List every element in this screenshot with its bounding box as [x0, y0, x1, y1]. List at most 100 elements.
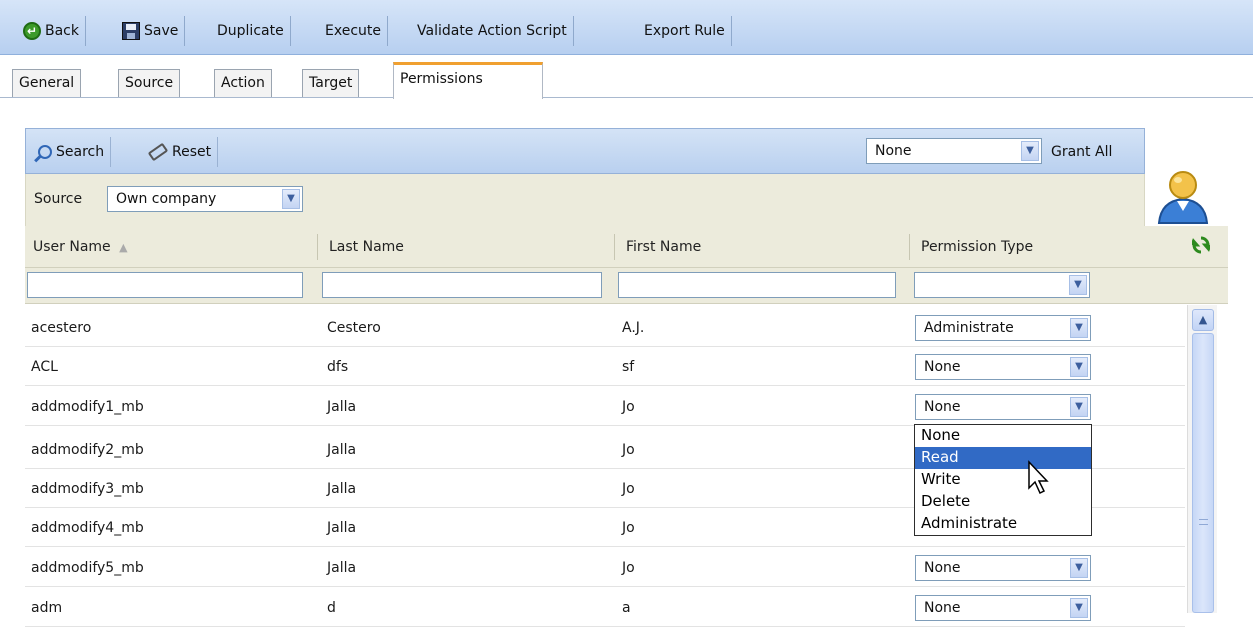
first-name-cell: Jo — [622, 399, 635, 415]
permission-select-open[interactable]: None ▼ — [915, 394, 1091, 420]
table-row[interactable]: addmodify1_mb Jalla Jo None ▼ — [25, 388, 1185, 426]
refresh-icon[interactable] — [1192, 236, 1210, 254]
grid-toolbar: Search Reset None ▼ Grant All — [25, 128, 1145, 174]
dropdown-option-read[interactable]: Read — [915, 447, 1091, 469]
chevron-down-icon[interactable]: ▼ — [1021, 141, 1039, 161]
column-header-first-name[interactable]: First Name — [618, 226, 701, 268]
user-name-header-label: User Name — [33, 239, 111, 255]
column-divider[interactable] — [909, 234, 910, 260]
user-name-cell: addmodify2_mb — [31, 442, 144, 458]
user-name-cell: addmodify5_mb — [31, 560, 144, 576]
back-button[interactable]: ↵ Back — [17, 16, 86, 46]
table-row[interactable]: acestero Cestero A.J. Administrate ▼ — [25, 309, 1185, 347]
tab-action[interactable]: Action — [214, 69, 272, 97]
save-label: Save — [144, 23, 179, 39]
grant-permission-value: None — [875, 143, 912, 159]
column-header-permission-type[interactable]: Permission Type — [913, 226, 1033, 268]
user-avatar-icon — [1153, 165, 1213, 225]
chevron-down-icon[interactable]: ▼ — [1070, 598, 1088, 618]
source-label: Source — [34, 191, 83, 207]
chevron-down-icon[interactable]: ▼ — [1070, 318, 1088, 338]
chevron-down-icon[interactable]: ▼ — [1070, 397, 1088, 417]
sort-ascending-icon: ▲ — [119, 241, 128, 254]
permission-select[interactable]: None ▼ — [915, 354, 1091, 380]
dropdown-option-administrate[interactable]: Administrate — [915, 513, 1091, 535]
first-name-cell: a — [622, 600, 631, 616]
last-name-cell: d — [327, 600, 336, 616]
last-name-filter-input[interactable] — [322, 272, 602, 298]
back-label: Back — [45, 23, 79, 39]
tab-source[interactable]: Source — [118, 69, 181, 97]
floppy-disk-icon — [122, 22, 140, 40]
user-name-cell: adm — [31, 600, 63, 616]
source-select[interactable]: Own company ▼ — [107, 186, 303, 212]
tab-permissions[interactable]: Permissions — [393, 62, 543, 99]
grid-header: User Name ▲ Last Name First Name Permiss… — [25, 226, 1228, 268]
vertical-scrollbar[interactable]: ▲ — [1187, 305, 1217, 613]
dropdown-option-none[interactable]: None — [915, 425, 1091, 447]
table-row[interactable]: addmodify5_mb Jalla Jo None ▼ — [25, 549, 1185, 587]
permission-select-value: None — [924, 359, 961, 375]
table-row[interactable]: adm d a None ▼ — [25, 589, 1185, 627]
grant-all-button[interactable]: Grant All — [1045, 137, 1118, 167]
user-name-cell: ACL — [31, 359, 58, 375]
last-name-cell: dfs — [327, 359, 349, 375]
chevron-down-icon[interactable]: ▼ — [282, 189, 300, 209]
user-name-cell: acestero — [31, 320, 92, 336]
chevron-down-icon[interactable]: ▼ — [1070, 357, 1088, 377]
last-name-cell: Cestero — [327, 320, 381, 336]
permission-select-value: Administrate — [924, 320, 1014, 336]
chevron-down-icon[interactable]: ▼ — [1070, 558, 1088, 578]
last-name-cell: Jalla — [327, 520, 357, 536]
reset-button[interactable]: Reset — [143, 137, 219, 167]
magnifier-icon — [38, 145, 52, 159]
table-row[interactable]: ACL dfs sf None ▼ — [25, 348, 1185, 386]
permission-select[interactable]: None ▼ — [915, 555, 1091, 581]
main-toolbar: ↵ Back Save Duplicate Execute Validate Ac… — [0, 0, 1253, 55]
first-name-cell: Jo — [622, 442, 635, 458]
permission-select-value: None — [924, 399, 961, 415]
column-header-user-name[interactable]: User Name ▲ — [25, 226, 128, 268]
source-filter-bar: Source Own company ▼ — [25, 174, 1145, 226]
last-name-cell: Jalla — [327, 560, 357, 576]
duplicate-button[interactable]: Duplicate — [211, 16, 291, 46]
grid-filter-row: ▼ — [25, 268, 1228, 304]
permission-select-value: None — [924, 560, 961, 576]
search-label: Search — [56, 144, 105, 160]
last-name-cell: Jalla — [327, 481, 357, 497]
first-name-filter-input[interactable] — [618, 272, 896, 298]
export-rule-button[interactable]: Export Rule — [638, 16, 732, 46]
scroll-up-arrow-icon[interactable]: ▲ — [1192, 309, 1214, 331]
user-name-cell: addmodify3_mb — [31, 481, 144, 497]
permission-type-filter-select[interactable]: ▼ — [914, 272, 1090, 298]
grant-permission-select[interactable]: None ▼ — [866, 138, 1042, 164]
source-select-value: Own company — [116, 191, 217, 207]
execute-button[interactable]: Execute — [319, 16, 388, 46]
tab-target[interactable]: Target — [302, 69, 360, 97]
dropdown-option-write[interactable]: Write — [915, 469, 1091, 491]
user-name-filter-input[interactable] — [27, 272, 303, 298]
first-name-cell: Jo — [622, 520, 635, 536]
first-name-cell: sf — [622, 359, 635, 375]
eraser-icon — [147, 142, 169, 162]
search-button[interactable]: Search — [32, 137, 112, 167]
scrollbar-thumb[interactable] — [1192, 333, 1214, 613]
column-divider[interactable] — [614, 234, 615, 260]
first-name-cell: Jo — [622, 560, 635, 576]
column-header-last-name[interactable]: Last Name — [321, 226, 404, 268]
save-button[interactable]: Save — [116, 16, 186, 46]
back-arrow-icon: ↵ — [23, 22, 41, 40]
tab-general[interactable]: General — [12, 69, 82, 97]
tab-bar: General Source Action Target Permissions — [0, 60, 1253, 99]
user-name-cell: addmodify1_mb — [31, 399, 144, 415]
permission-select[interactable]: Administrate ▼ — [915, 315, 1091, 341]
first-name-cell: A.J. — [622, 320, 645, 336]
validate-action-script-button[interactable]: Validate Action Script — [411, 16, 574, 46]
mouse-pointer-icon — [1028, 460, 1049, 495]
chevron-down-icon[interactable]: ▼ — [1069, 275, 1087, 295]
grip-icon — [1199, 519, 1208, 525]
user-name-cell: addmodify4_mb — [31, 520, 144, 536]
dropdown-option-delete[interactable]: Delete — [915, 491, 1091, 513]
permission-select[interactable]: None ▼ — [915, 595, 1091, 621]
column-divider[interactable] — [317, 234, 318, 260]
